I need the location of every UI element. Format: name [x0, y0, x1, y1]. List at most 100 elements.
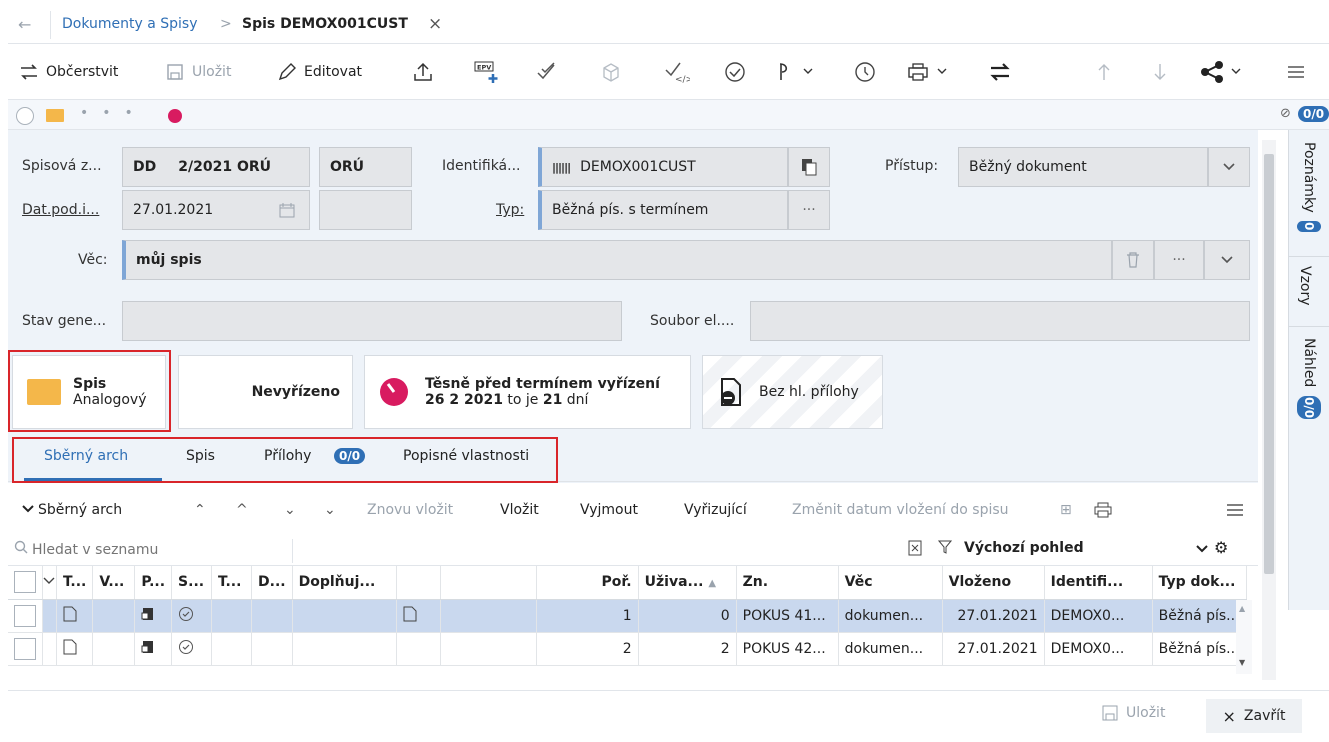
copy-button[interactable]: [788, 147, 830, 187]
save-button[interactable]: Uložit: [164, 58, 231, 86]
priloha-card[interactable]: Bez hl. přílohy: [702, 355, 883, 429]
scroll-thumb[interactable]: [1264, 154, 1274, 574]
column-header[interactable]: Věc: [838, 566, 943, 600]
datum-extra-field[interactable]: [319, 190, 412, 230]
arrow-up-icon[interactable]: [1096, 58, 1112, 86]
close-tab-icon[interactable]: ×: [428, 14, 442, 34]
column-header[interactable]: T...: [211, 566, 253, 600]
grid-cell: [440, 632, 537, 666]
main-scrollbar[interactable]: [1262, 140, 1276, 680]
tab-nahled[interactable]: Náhled 0/0: [1297, 338, 1321, 419]
column-header[interactable]: D...: [251, 566, 293, 600]
move-bottom-icon[interactable]: ⌄: [324, 502, 336, 518]
back-arrow-icon[interactable]: ←: [18, 15, 31, 34]
column-header[interactable]: Zn.: [736, 566, 839, 600]
column-header[interactable]: V...: [92, 566, 136, 600]
edit-button[interactable]: Editovat: [276, 58, 362, 86]
table-row[interactable]: 1 0 POKUS 41... dokumen... 27.01.2021 DE…: [8, 599, 1247, 633]
gear-icon[interactable]: ⚙: [1214, 538, 1228, 557]
scroll-up-icon[interactable]: ▲: [1239, 604, 1245, 613]
row-checkbox[interactable]: [8, 599, 43, 633]
view-select[interactable]: Výchozí pohled: [964, 540, 1084, 556]
move-top-icon[interactable]: ⌃: [194, 502, 206, 518]
export-icon[interactable]: ⊞: [1060, 502, 1072, 518]
column-header[interactable]: Poř.: [536, 566, 639, 600]
column-header[interactable]: Vloženo: [942, 566, 1045, 600]
filter-icon[interactable]: [937, 540, 953, 558]
tab-poznamky[interactable]: Poznámky 0: [1297, 142, 1321, 232]
vec-label: Věc:: [78, 252, 108, 268]
stav-field[interactable]: [122, 301, 622, 341]
chevron-down-icon: [1223, 163, 1235, 171]
datum-field[interactable]: 27.01.2021: [122, 190, 310, 230]
table-row[interactable]: 2 2 POKUS 42... dokumen... 27.01.2021 DE…: [8, 632, 1247, 666]
close-button[interactable]: × Zavřít: [1206, 699, 1302, 733]
calendar-icon[interactable]: [279, 202, 295, 222]
move-down-icon[interactable]: ⌄: [284, 502, 296, 518]
transfer-icon[interactable]: [988, 58, 1012, 86]
column-header[interactable]: T...: [56, 566, 94, 600]
insert-button[interactable]: Vložit: [500, 502, 539, 518]
pristup-select[interactable]: Běžný dokument: [958, 147, 1208, 187]
identifikator-field[interactable]: |||||| DEMOX001CUST: [538, 147, 788, 187]
column-header[interactable]: [440, 566, 537, 600]
column-header[interactable]: Identifi...: [1044, 566, 1153, 600]
column-header[interactable]: P...: [134, 566, 173, 600]
column-header-sorted[interactable]: Uživa... ▲: [638, 566, 737, 600]
vec-field[interactable]: můj spis: [122, 240, 1112, 280]
spis-id-field[interactable]: DD 2/2021 ORÚ: [122, 147, 310, 187]
tab-vzory[interactable]: Vzory: [1297, 266, 1313, 306]
pristup-label: Přístup:: [885, 158, 939, 174]
termin-card[interactable]: Těsně před termínem vyřízení 26 2 2021 t…: [364, 355, 691, 429]
save-icon: [1102, 705, 1118, 721]
double-check-icon[interactable]: [536, 58, 558, 86]
view-chevron-icon[interactable]: [1196, 542, 1208, 558]
spis-org-field[interactable]: ORÚ: [319, 147, 412, 187]
signature-dropdown-icon[interactable]: [776, 58, 816, 86]
reinsert-button[interactable]: Znovu vložit: [367, 502, 453, 518]
hamburger-menu-icon[interactable]: [1286, 58, 1306, 86]
breadcrumb-link[interactable]: Dokumenty a Spisy: [62, 16, 198, 32]
column-header[interactable]: [396, 566, 441, 600]
column-header[interactable]: Typ dok...: [1152, 566, 1247, 600]
footer-save-button[interactable]: Uložit: [1102, 705, 1165, 721]
vec-delete-button[interactable]: [1112, 240, 1154, 280]
print-dropdown-icon[interactable]: [906, 58, 952, 86]
cell-uzivatel: 2: [638, 632, 737, 666]
remove-button[interactable]: Vyjmout: [580, 502, 638, 518]
change-date-button[interactable]: Změnit datum vložení do spisu: [792, 502, 1009, 518]
grid-cell: [251, 632, 293, 666]
share-dropdown-icon[interactable]: [1200, 58, 1246, 86]
divider: [292, 539, 293, 563]
grid-scrollbar[interactable]: ▲ ▼: [1236, 600, 1252, 674]
stav-card[interactable]: Nevyřízeno: [178, 355, 353, 429]
scroll-down-icon[interactable]: ▼: [1239, 658, 1245, 667]
select-all-checkbox[interactable]: [8, 566, 43, 600]
refresh-button[interactable]: Občerstvit: [18, 58, 118, 86]
soubor-field[interactable]: [750, 301, 1250, 341]
print-icon[interactable]: [1094, 502, 1112, 522]
epv-add-icon[interactable]: EPV: [474, 58, 500, 86]
search-input[interactable]: [32, 538, 290, 562]
column-header[interactable]: Doplňuj...: [292, 566, 397, 600]
row-checkbox[interactable]: [8, 632, 43, 666]
typ-field[interactable]: Běžná pís. s termínem: [538, 190, 788, 230]
vec-dropdown-button[interactable]: [1204, 240, 1250, 280]
history-icon[interactable]: [854, 58, 876, 86]
typ-more-button[interactable]: ···: [788, 190, 830, 230]
header-chevron-icon[interactable]: [42, 566, 57, 600]
package-icon[interactable]: [600, 58, 622, 86]
column-header[interactable]: S...: [171, 566, 213, 600]
upload-icon[interactable]: [412, 58, 434, 86]
move-up-icon[interactable]: ^: [236, 502, 248, 518]
arrow-down-icon[interactable]: [1152, 58, 1168, 86]
list-menu-icon[interactable]: [1226, 502, 1244, 522]
pristup-dropdown-button[interactable]: [1208, 147, 1250, 187]
check-circle-icon[interactable]: [724, 58, 746, 86]
excel-export-icon[interactable]: [908, 540, 922, 560]
collapse-chevron-icon[interactable]: [22, 502, 34, 518]
check-code-icon[interactable]: </>: [664, 58, 690, 86]
vec-more-button[interactable]: ···: [1154, 240, 1204, 280]
handler-button[interactable]: Vyřizující: [684, 502, 747, 518]
attachments-badge[interactable]: 0/0: [1298, 106, 1329, 122]
